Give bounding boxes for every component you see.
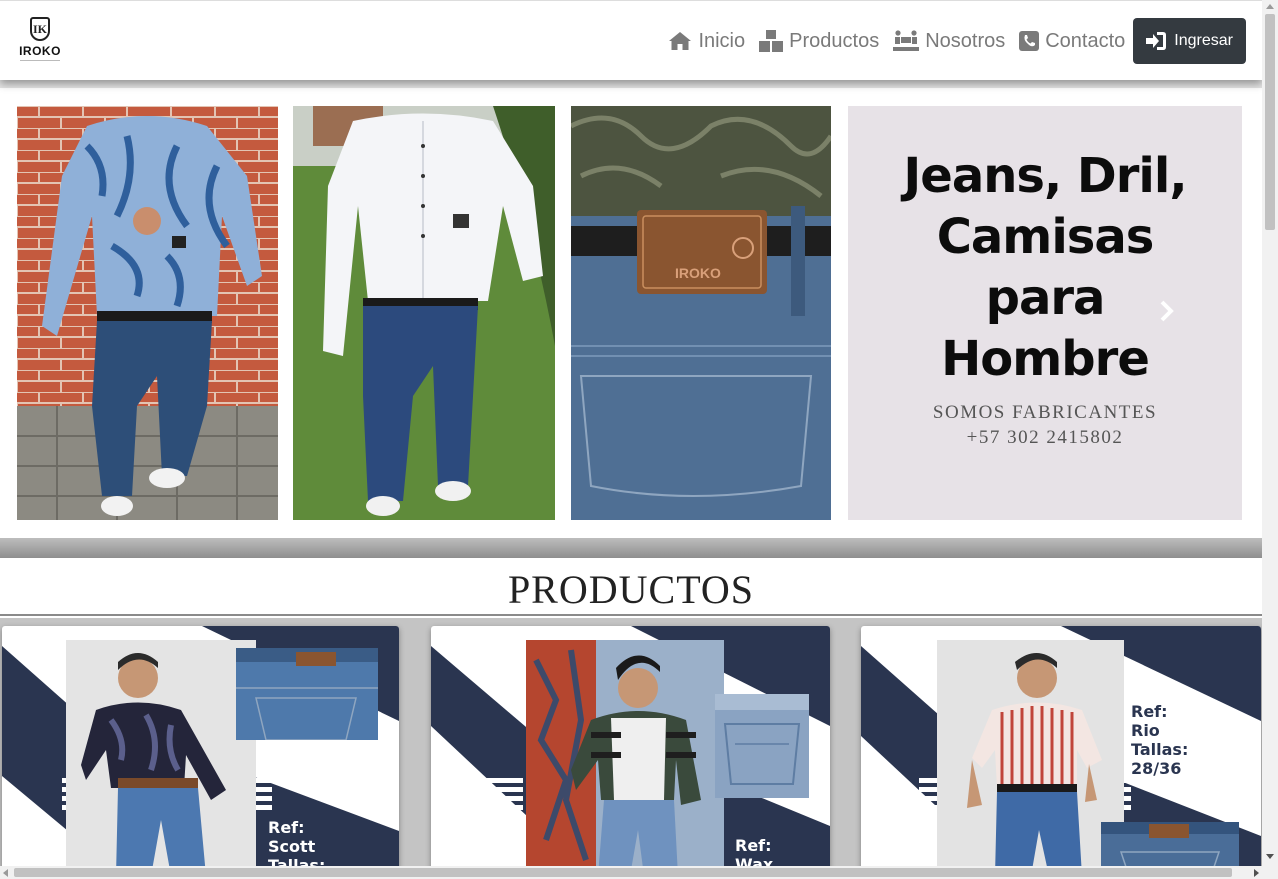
scroll-up-arrow-icon[interactable] (1266, 4, 1274, 9)
nav-item-inicio[interactable]: Inicio (668, 30, 745, 53)
scroll-down-arrow-icon[interactable] (1266, 854, 1274, 859)
boxes-icon (759, 30, 784, 52)
vertical-scroll-thumb[interactable] (1265, 14, 1275, 230)
section-title: PRODUCTOS (507, 567, 755, 612)
decor-stripes (483, 778, 523, 814)
product-detail-photo (1101, 822, 1239, 866)
scroll-right-arrow-icon[interactable] (1254, 869, 1259, 877)
product-ref-name: Scott (268, 837, 316, 856)
nav-item-label: Inicio (698, 29, 746, 52)
phone-icon (1019, 31, 1040, 51)
promo-title: Jeans, Dril, Camisas para Hombre (848, 146, 1242, 390)
product-ref-name: Wax (735, 855, 774, 866)
product-photo (526, 640, 724, 866)
product-ref-label: Ref: (735, 836, 772, 855)
photo-jeans-patch: IROKO (571, 106, 831, 520)
sign-in-icon (1146, 32, 1167, 50)
scroll-left-arrow-icon[interactable] (3, 869, 8, 877)
horizontal-scrollbar[interactable] (0, 866, 1278, 879)
login-button[interactable]: Ingresar (1133, 18, 1246, 64)
people-carry-icon (893, 30, 920, 51)
nav-item-label: Productos (789, 29, 880, 52)
photo-white-shirt (293, 106, 555, 520)
nav-item-label: Nosotros (925, 29, 1006, 52)
promo-subtitle-text: SOMOS FABRICANTES (932, 402, 1158, 423)
promo-banner: Jeans, Dril, Camisas para Hombre SOMOS F… (848, 106, 1242, 520)
nav-item-productos[interactable]: Productos (759, 30, 879, 53)
promo-title-line: Jeans, Dril, (903, 148, 1187, 204)
horizontal-scroll-thumb[interactable] (14, 868, 1232, 877)
navbar: IK IROKO Inicio Productos Nosotros Conta… (0, 0, 1262, 80)
promo-phone: +57 302 2415802 (966, 427, 1124, 448)
product-card-rio[interactable]: Ref: Rio Tallas: 28/36 (861, 626, 1261, 866)
product-detail-photo (236, 648, 378, 740)
product-sizes-label: Tallas: (268, 856, 326, 866)
product-photo (937, 640, 1124, 866)
page: IK IROKO Inicio Productos Nosotros Conta… (0, 0, 1262, 866)
section-divider (0, 538, 1262, 558)
vertical-scrollbar[interactable] (1262, 0, 1278, 866)
promo-title-line: para (985, 270, 1106, 326)
promo-subtitle: SOMOS FABRICANTES +57 302 2415802 (848, 400, 1242, 450)
product-ref-info: Ref: Scott Tallas: (268, 818, 325, 866)
logo-underline (20, 60, 60, 61)
product-ref-info: Ref: Rio Tallas: 28/36 (1131, 702, 1188, 778)
patch-text: IROKO (675, 265, 721, 281)
product-ref-info: Ref: Wax (735, 836, 773, 866)
brand-logo[interactable]: IK IROKO (14, 17, 66, 65)
promo-title-line: Hombre (941, 331, 1150, 387)
product-sizes-label: Tallas: (1131, 740, 1189, 759)
promo-title-line: Camisas (936, 209, 1155, 265)
product-card-scott[interactable]: Ref: Scott Tallas: (2, 626, 399, 866)
product-ref-name: Rio (1131, 721, 1160, 740)
logo-mark: IK (30, 17, 50, 41)
photo-floral-shirt (17, 106, 278, 520)
home-icon (669, 32, 692, 50)
nav-item-nosotros[interactable]: Nosotros (893, 30, 1005, 53)
product-card-wax[interactable]: Ref: Wax (431, 626, 830, 866)
nav-menu: Inicio Productos Nosotros Contacto Ingre… (654, 18, 1246, 64)
nav-item-label: Contacto (1045, 29, 1126, 52)
login-label: Ingresar (1174, 32, 1233, 49)
product-size-range: 28/36 (1131, 759, 1182, 778)
product-ref-label: Ref: (268, 818, 305, 837)
products-header: PRODUCTOS (0, 558, 1262, 616)
product-ref-label: Ref: (1131, 702, 1168, 721)
product-detail-photo (715, 694, 809, 798)
chevron-right-icon (1160, 300, 1174, 322)
product-photo (66, 640, 256, 866)
carousel-next-button[interactable] (1152, 296, 1182, 326)
logo-text: IROKO (19, 44, 61, 58)
nav-item-contacto[interactable]: Contacto (1019, 30, 1125, 53)
